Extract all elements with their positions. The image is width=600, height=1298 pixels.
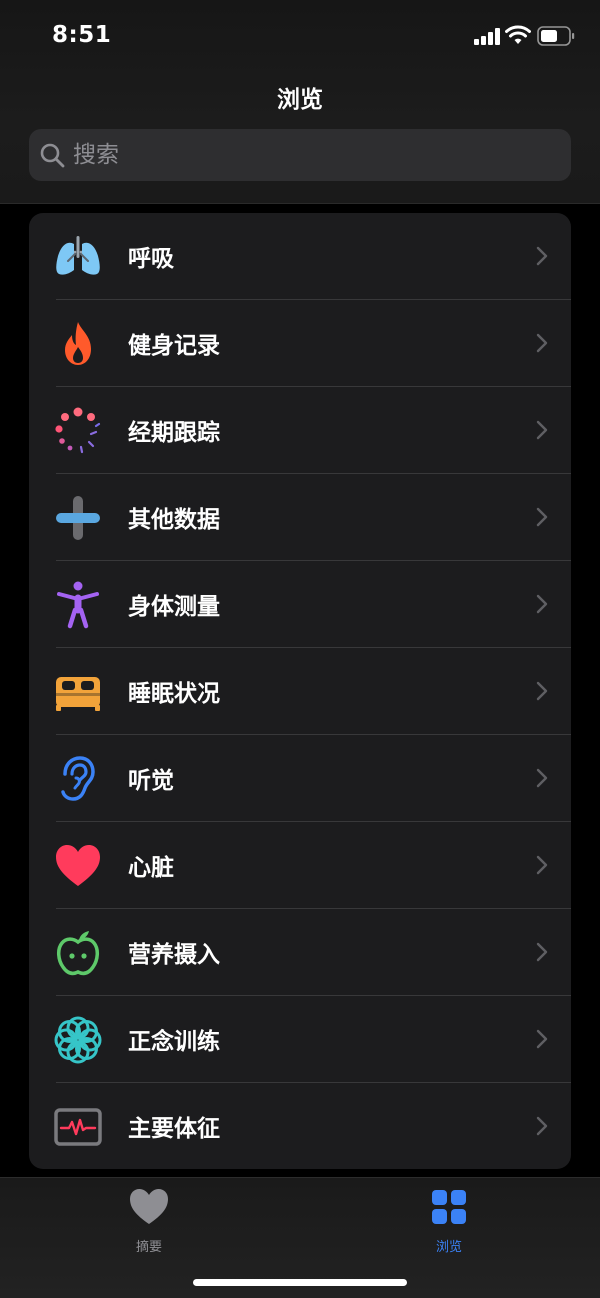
cellular-signal-icon [474, 27, 502, 45]
category-label: 正念训练 [128, 1029, 220, 1055]
category-item-hearing[interactable]: 听觉 [29, 735, 571, 822]
heart-icon [130, 1189, 168, 1224]
status-time: 8:51 [52, 22, 112, 48]
apple-icon [51, 929, 105, 976]
category-label: 主要体征 [128, 1116, 220, 1142]
category-label: 睡眠状况 [128, 681, 220, 707]
mindfulness-flower-icon [51, 1016, 105, 1063]
category-label: 心脏 [128, 855, 174, 881]
chevron-right-icon [536, 246, 548, 266]
chevron-right-icon [536, 768, 548, 788]
cycle-dots-icon [51, 407, 105, 454]
flame-icon [51, 320, 105, 367]
category-item-activity[interactable]: 健身记录 [29, 300, 571, 387]
category-label: 听觉 [128, 768, 174, 794]
category-item-mindfulness[interactable]: 正念训练 [29, 996, 571, 1083]
bed-icon [51, 668, 105, 715]
home-indicator[interactable] [193, 1279, 407, 1286]
battery-icon [537, 26, 575, 46]
search-bar[interactable] [29, 129, 571, 181]
category-label: 健身记录 [128, 333, 220, 359]
chevron-right-icon [536, 681, 548, 701]
category-label: 身体测量 [128, 594, 220, 620]
chevron-right-icon [536, 942, 548, 962]
ear-icon [51, 755, 105, 802]
tab-label: 浏览 [435, 1240, 462, 1255]
category-label: 呼吸 [128, 246, 174, 272]
chevron-right-icon [536, 855, 548, 875]
wifi-icon [505, 25, 531, 44]
category-label: 经期跟踪 [128, 420, 220, 446]
chevron-right-icon [536, 420, 548, 440]
heart-icon [51, 842, 105, 889]
category-item-vitals[interactable]: 主要体征 [29, 1083, 571, 1169]
lungs-icon [51, 233, 105, 280]
page-title: 浏览 [277, 87, 323, 113]
vitals-monitor-icon [51, 1103, 105, 1150]
figure-icon [51, 581, 105, 628]
tab-browse[interactable]: 浏览 [389, 1186, 509, 1255]
category-label: 营养摄入 [128, 942, 220, 968]
grid-icon [432, 1190, 466, 1224]
category-list: 呼吸 健身记录 经期跟踪 其他数据 身体测量 睡眠状况 听觉 心脏 营养摄入 正… [29, 213, 571, 1169]
plus-icon [51, 494, 105, 541]
tab-label: 摘要 [135, 1240, 162, 1255]
chevron-right-icon [536, 1029, 548, 1049]
category-item-nutrition[interactable]: 营养摄入 [29, 909, 571, 996]
chevron-right-icon [536, 333, 548, 353]
search-input[interactable] [73, 142, 543, 168]
category-item-sleep[interactable]: 睡眠状况 [29, 648, 571, 735]
search-icon [40, 143, 65, 168]
chevron-right-icon [536, 594, 548, 614]
category-item-body-measurements[interactable]: 身体测量 [29, 561, 571, 648]
tab-summary[interactable]: 摘要 [89, 1186, 209, 1255]
category-item-respiratory[interactable]: 呼吸 [29, 213, 571, 300]
chevron-right-icon [536, 507, 548, 527]
header-area: 8:51 浏览 [0, 0, 600, 204]
category-item-heart[interactable]: 心脏 [29, 822, 571, 909]
category-label: 其他数据 [128, 507, 220, 533]
category-item-other-data[interactable]: 其他数据 [29, 474, 571, 561]
status-bar: 8:51 [0, 0, 600, 72]
category-item-cycle-tracking[interactable]: 经期跟踪 [29, 387, 571, 474]
chevron-right-icon [536, 1116, 548, 1136]
